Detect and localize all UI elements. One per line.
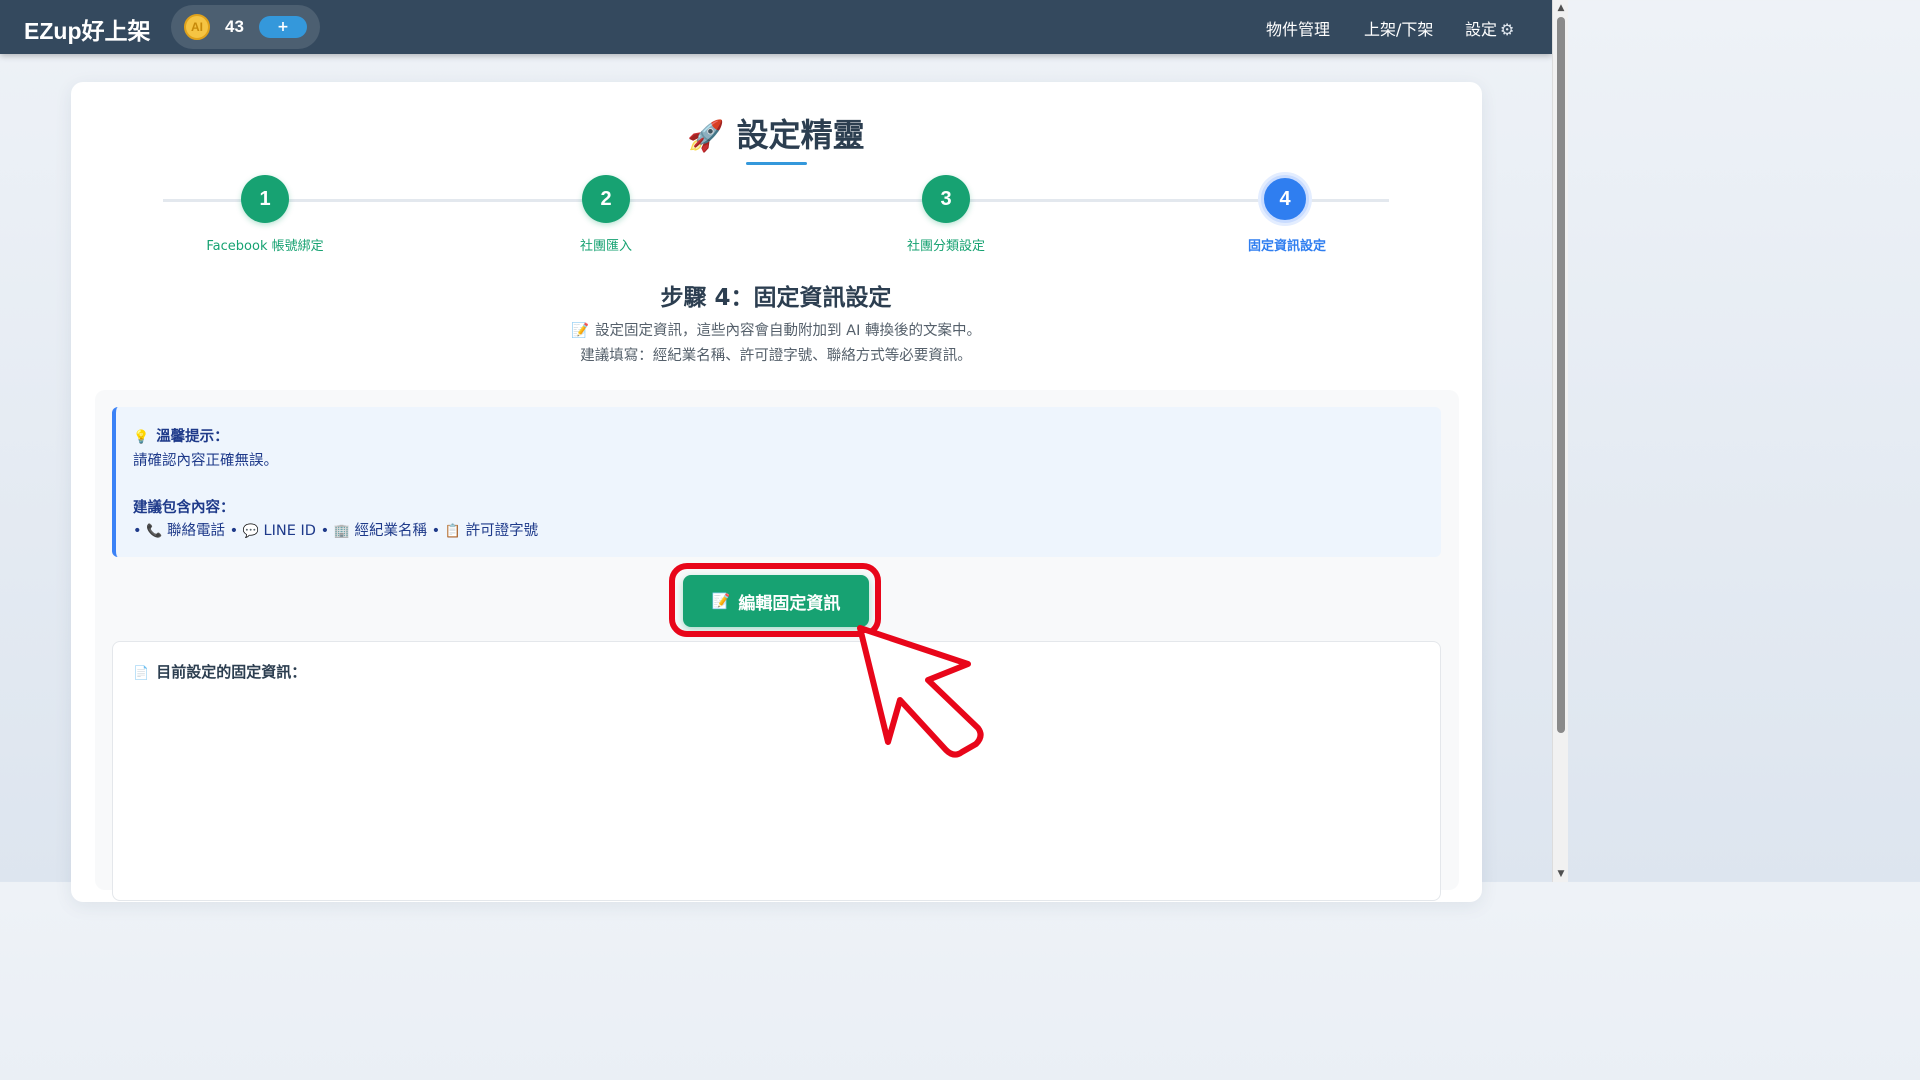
- current-info-title: 📄 目前設定的固定資訊：: [133, 661, 306, 682]
- description-text-1: 設定固定資訊，這些內容會自動附加到 AI 轉換後的文案中。: [595, 323, 981, 339]
- memo-icon: 📝: [571, 323, 590, 339]
- office-building-icon: 🏢: [333, 524, 350, 539]
- suggest-item-agency: 經紀業名稱: [354, 523, 428, 539]
- nav-property-management[interactable]: 物件管理: [1266, 16, 1330, 40]
- gear-icon: ⚙: [1500, 20, 1515, 39]
- add-credits-button[interactable]: +: [259, 16, 307, 38]
- nav-list-unlist[interactable]: 上架/下架: [1364, 16, 1433, 40]
- top-navbar: EZup好上架 AI 43 + 物件管理 上架/下架 設定 ⚙: [0, 0, 1552, 54]
- suggest-list: • 📞 聯絡電話 • 💬 LINE ID • 🏢 經紀業名稱 • 📋 許可證字號: [133, 519, 538, 540]
- step-4-label: 固定資訊設定: [1247, 239, 1326, 254]
- step-3-circle[interactable]: 3: [922, 175, 970, 223]
- current-info-box: [112, 641, 1441, 901]
- step-4-circle[interactable]: 4: [1261, 175, 1309, 223]
- brand-logo[interactable]: EZup好上架: [24, 12, 151, 46]
- scroll-up-arrow-icon[interactable]: ▲: [1553, 0, 1569, 16]
- ai-coin-icon: AI: [184, 14, 210, 40]
- suggest-item-license: 許可證字號: [465, 523, 539, 539]
- ai-credit-count: 43: [225, 17, 244, 36]
- lightbulb-icon: 💡: [133, 430, 150, 445]
- speech-bubble-icon: 💬: [242, 524, 259, 539]
- page-scrollbar[interactable]: ▲ ▼: [1552, 0, 1568, 882]
- step-1-circle[interactable]: 1: [241, 175, 289, 223]
- title-underline: [746, 162, 807, 165]
- nav-settings[interactable]: 設定 ⚙: [1465, 16, 1514, 40]
- step-heading: 步驟 4：固定資訊設定: [660, 285, 892, 311]
- rocket-icon: 🚀: [687, 119, 725, 154]
- suggest-item-phone: 聯絡電話: [166, 523, 225, 539]
- stepper-track: [163, 199, 1389, 202]
- clipboard-icon: 📋: [444, 524, 462, 539]
- wizard-title-text: 設定精靈: [736, 116, 865, 154]
- tip-text: 請確認內容正確無誤。: [133, 453, 278, 469]
- step-description-line-2: 建議填寫：經紀業名稱、許可證字號、聯絡方式等必要資訊。: [580, 348, 972, 364]
- scroll-down-arrow-icon[interactable]: ▼: [1553, 866, 1569, 882]
- tip-heading: 💡 溫馨提示：: [133, 425, 229, 446]
- phone-icon: 📞: [146, 524, 163, 539]
- step-3-label: 社團分類設定: [906, 239, 985, 254]
- step-2-label: 社團匯入: [579, 239, 632, 254]
- document-icon: 📄: [133, 666, 150, 681]
- current-info-title-text: 目前設定的固定資訊：: [156, 663, 307, 681]
- wizard-title: 🚀 設定精靈: [0, 110, 1552, 156]
- step-description-line-1: 📝 設定固定資訊，這些內容會自動附加到 AI 轉換後的文案中。: [0, 319, 1552, 340]
- step-2-circle[interactable]: 2: [582, 175, 630, 223]
- nav-settings-label: 設定: [1465, 20, 1498, 39]
- bullet: •: [229, 523, 243, 539]
- suggest-item-line: LINE ID: [263, 523, 316, 539]
- scroll-thumb[interactable]: [1557, 17, 1565, 733]
- tip-heading-text: 溫馨提示：: [156, 429, 229, 445]
- pointer-cursor-icon: [857, 625, 984, 758]
- step-1-label: Facebook 帳號綁定: [206, 239, 324, 254]
- bullet: •: [431, 523, 445, 539]
- bullet: •: [133, 523, 147, 539]
- suggest-heading: 建議包含內容：: [133, 500, 235, 516]
- bullet: •: [320, 523, 334, 539]
- ai-credits-pill: AI 43 +: [171, 5, 320, 49]
